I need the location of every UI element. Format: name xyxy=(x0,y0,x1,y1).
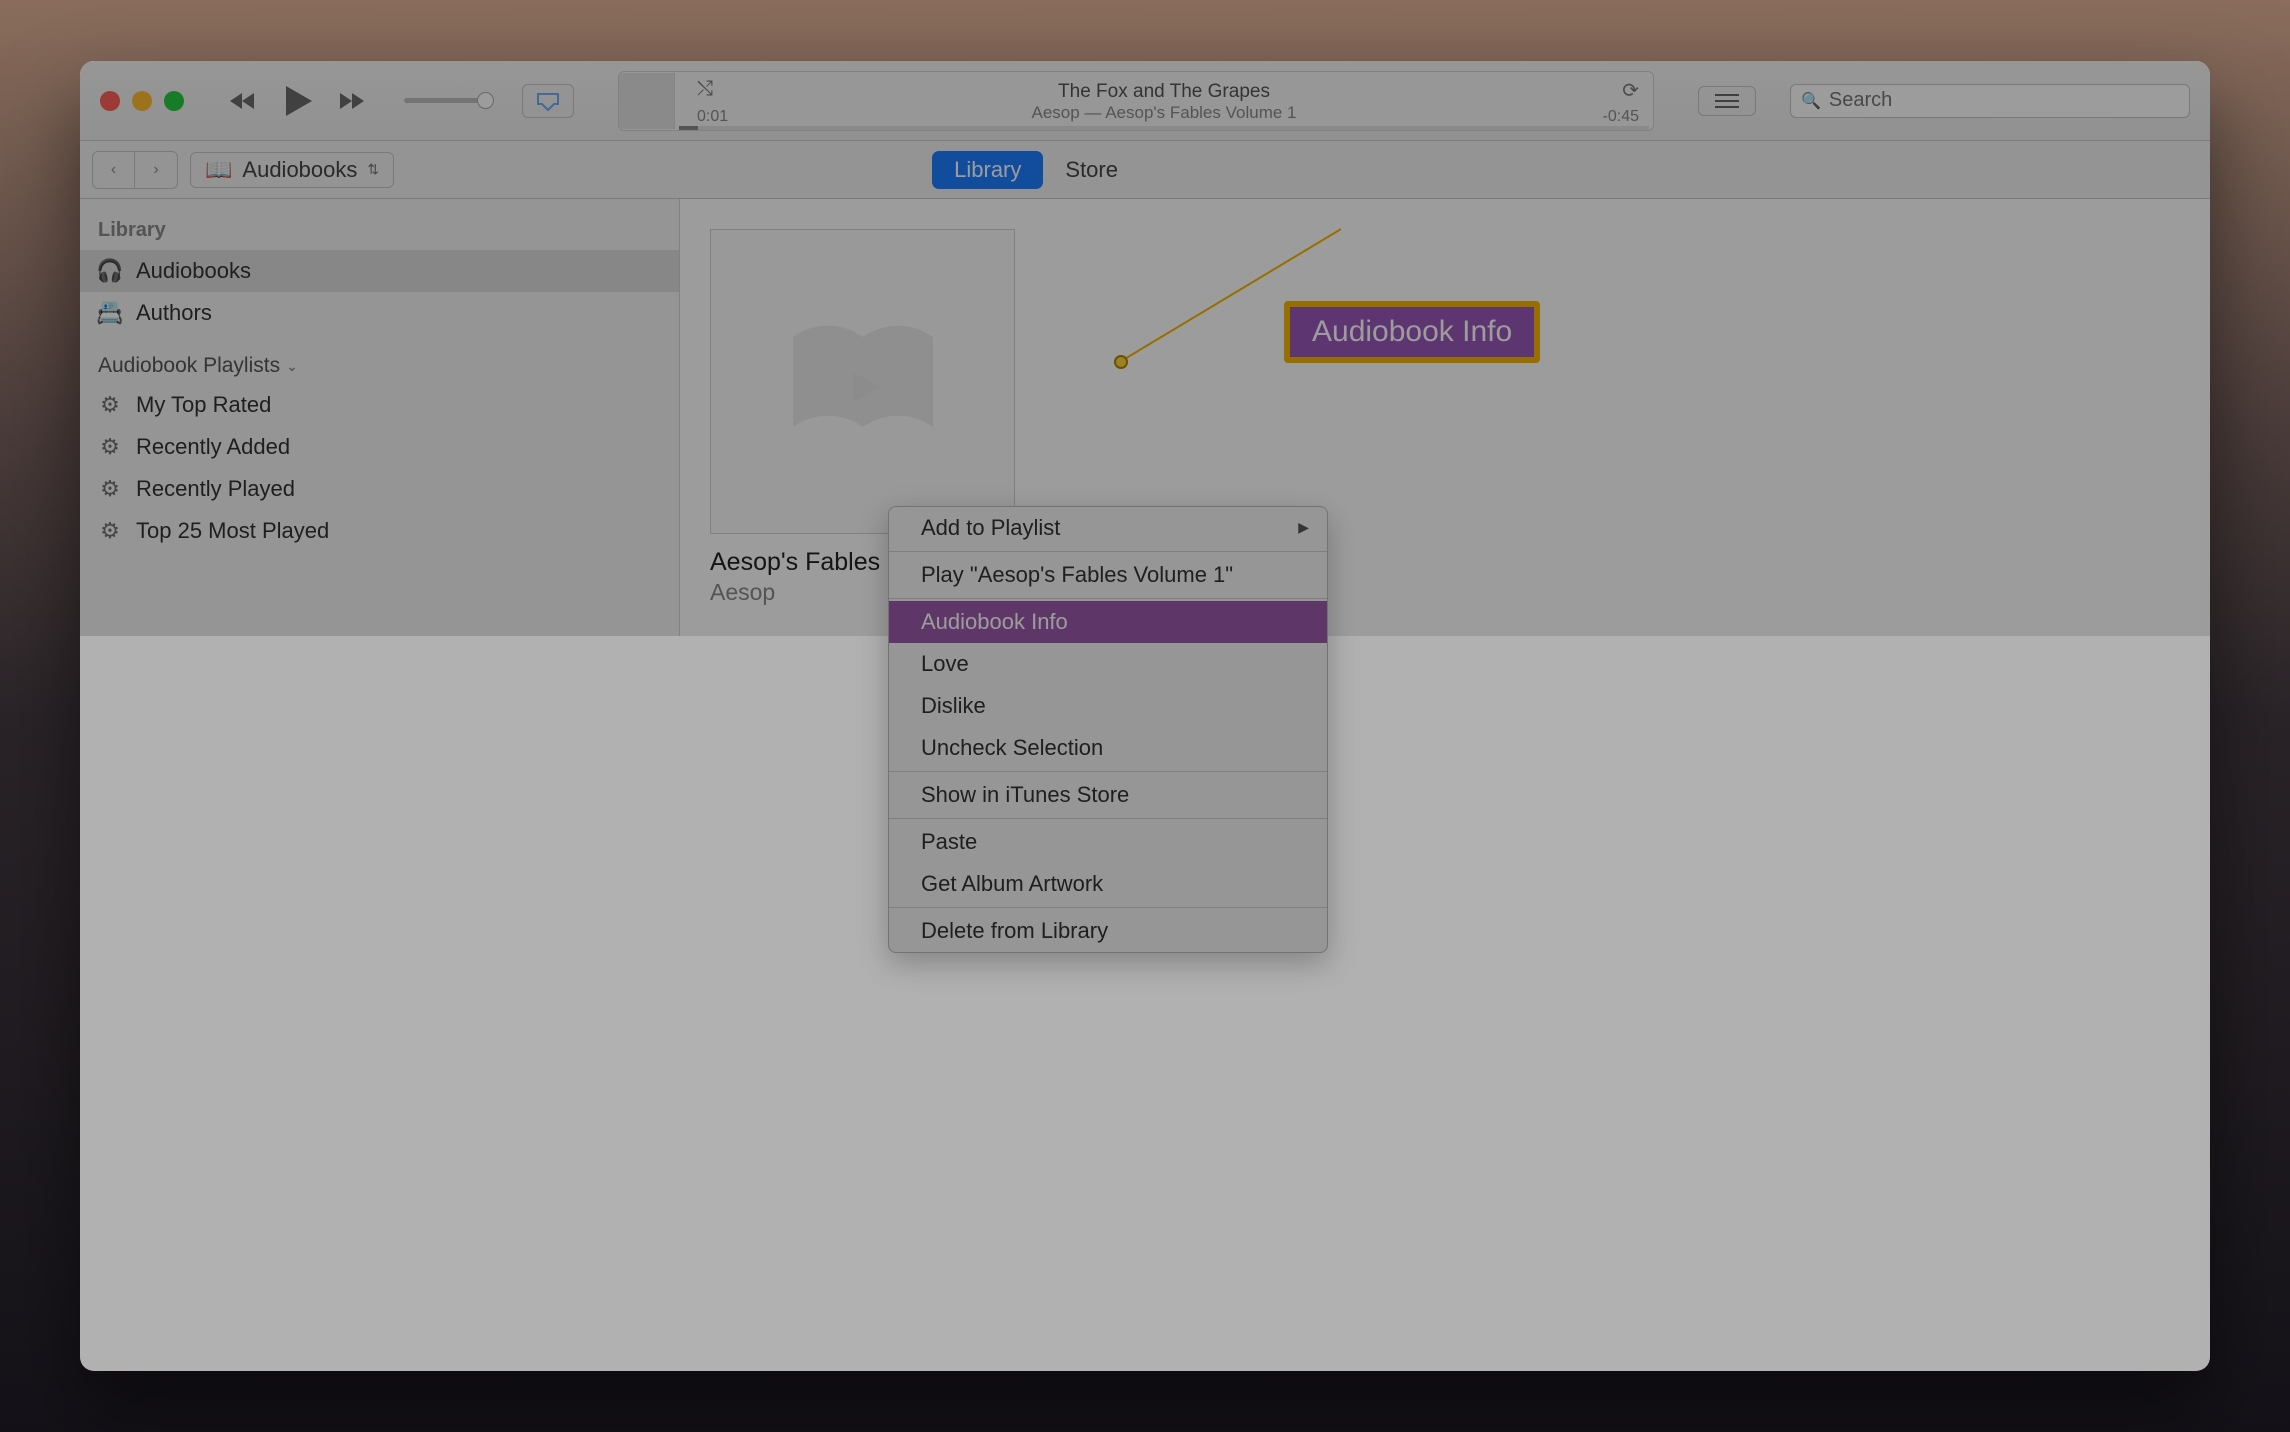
sidebar-header-playlists[interactable]: Audiobook Playlists ⌄ xyxy=(80,348,679,384)
tab-library[interactable]: Library xyxy=(932,151,1043,189)
ctx-dislike[interactable]: Dislike xyxy=(889,685,1327,727)
ctx-uncheck[interactable]: Uncheck Selection xyxy=(889,727,1327,769)
media-category-selector[interactable]: 📖 Audiobooks ⇅ xyxy=(190,152,394,188)
airplay-button[interactable] xyxy=(522,84,574,118)
back-button[interactable]: ‹ xyxy=(93,152,135,188)
gear-icon: ⚙ xyxy=(98,434,122,460)
zoom-button[interactable] xyxy=(164,91,184,111)
context-menu: Add to Playlist Play "Aesop's Fables Vol… xyxy=(888,506,1328,953)
headphones-icon: 🎧 xyxy=(98,258,122,284)
sidebar-header-library: Library xyxy=(80,213,679,250)
remaining-time: -0:45 xyxy=(1603,108,1639,126)
ctx-play[interactable]: Play "Aesop's Fables Volume 1" xyxy=(889,554,1327,596)
sidebar-playlist-toprated[interactable]: ⚙My Top Rated xyxy=(80,384,679,426)
sidebar-item-audiobooks[interactable]: 🎧 Audiobooks xyxy=(80,250,679,292)
titlebar: ⤭ The Fox and The Grapes Aesop — Aesop's… xyxy=(80,61,2210,141)
gear-icon: ⚙ xyxy=(98,476,122,502)
window-controls xyxy=(100,91,184,111)
ctx-get-artwork[interactable]: Get Album Artwork xyxy=(889,863,1327,905)
search-field[interactable]: 🔍 xyxy=(1790,84,2190,118)
chevron-updown-icon: ⇅ xyxy=(367,161,379,178)
sidebar-item-label: Authors xyxy=(136,300,212,326)
now-playing-artwork xyxy=(619,73,675,129)
sidebar-playlist-recentlyplayed[interactable]: ⚙Recently Played xyxy=(80,468,679,510)
book-icon: 📖 xyxy=(205,157,232,183)
sidebar-playlist-top25[interactable]: ⚙Top 25 Most Played xyxy=(80,510,679,552)
forward-button[interactable]: › xyxy=(135,152,177,188)
ctx-delete[interactable]: Delete from Library xyxy=(889,910,1327,952)
next-track-button[interactable] xyxy=(338,89,370,113)
content-area: Aesop's Fables Aesop Add to Playlist Pla… xyxy=(680,199,2210,636)
volume-slider[interactable] xyxy=(404,98,494,103)
person-icon: 📇 xyxy=(98,300,122,326)
annotation-dot xyxy=(1114,355,1128,369)
toolbar: ‹ › 📖 Audiobooks ⇅ Library Store xyxy=(80,141,2210,199)
chevron-down-icon: ⌄ xyxy=(286,358,298,375)
tab-store[interactable]: Store xyxy=(1043,151,1140,189)
now-playing-subtitle: Aesop — Aesop's Fables Volume 1 xyxy=(675,103,1653,123)
sidebar-playlist-recentlyadded[interactable]: ⚙Recently Added xyxy=(80,426,679,468)
search-icon: 🔍 xyxy=(1801,91,1821,111)
ctx-audiobook-info[interactable]: Audiobook Info xyxy=(889,601,1327,643)
view-mode-button[interactable] xyxy=(1698,86,1756,116)
elapsed-time: 0:01 xyxy=(697,108,728,126)
shuffle-icon[interactable]: ⤭ xyxy=(697,78,713,101)
minimize-button[interactable] xyxy=(132,91,152,111)
category-label: Audiobooks xyxy=(242,157,357,183)
progress-bar[interactable] xyxy=(679,126,1649,130)
close-button[interactable] xyxy=(100,91,120,111)
ctx-add-to-playlist[interactable]: Add to Playlist xyxy=(889,507,1327,549)
previous-track-button[interactable] xyxy=(228,89,260,113)
audiobook-artwork[interactable] xyxy=(710,229,1015,534)
sidebar: Library 🎧 Audiobooks 📇 Authors Audiobook… xyxy=(80,199,680,636)
sidebar-item-label: Audiobooks xyxy=(136,258,251,284)
sidebar-item-authors[interactable]: 📇 Authors xyxy=(80,292,679,334)
gear-icon: ⚙ xyxy=(98,392,122,418)
ctx-love[interactable]: Love xyxy=(889,643,1327,685)
now-playing-title: The Fox and The Grapes xyxy=(675,81,1653,103)
ctx-show-store[interactable]: Show in iTunes Store xyxy=(889,774,1327,816)
search-input[interactable] xyxy=(1829,89,2179,112)
play-button[interactable] xyxy=(284,84,314,118)
gear-icon: ⚙ xyxy=(98,518,122,544)
now-playing-display: ⤭ The Fox and The Grapes Aesop — Aesop's… xyxy=(618,71,1654,131)
annotation-callout: Audiobook Info xyxy=(1284,301,1540,363)
ctx-paste[interactable]: Paste xyxy=(889,821,1327,863)
repeat-icon[interactable]: ⟳ xyxy=(1622,78,1639,103)
